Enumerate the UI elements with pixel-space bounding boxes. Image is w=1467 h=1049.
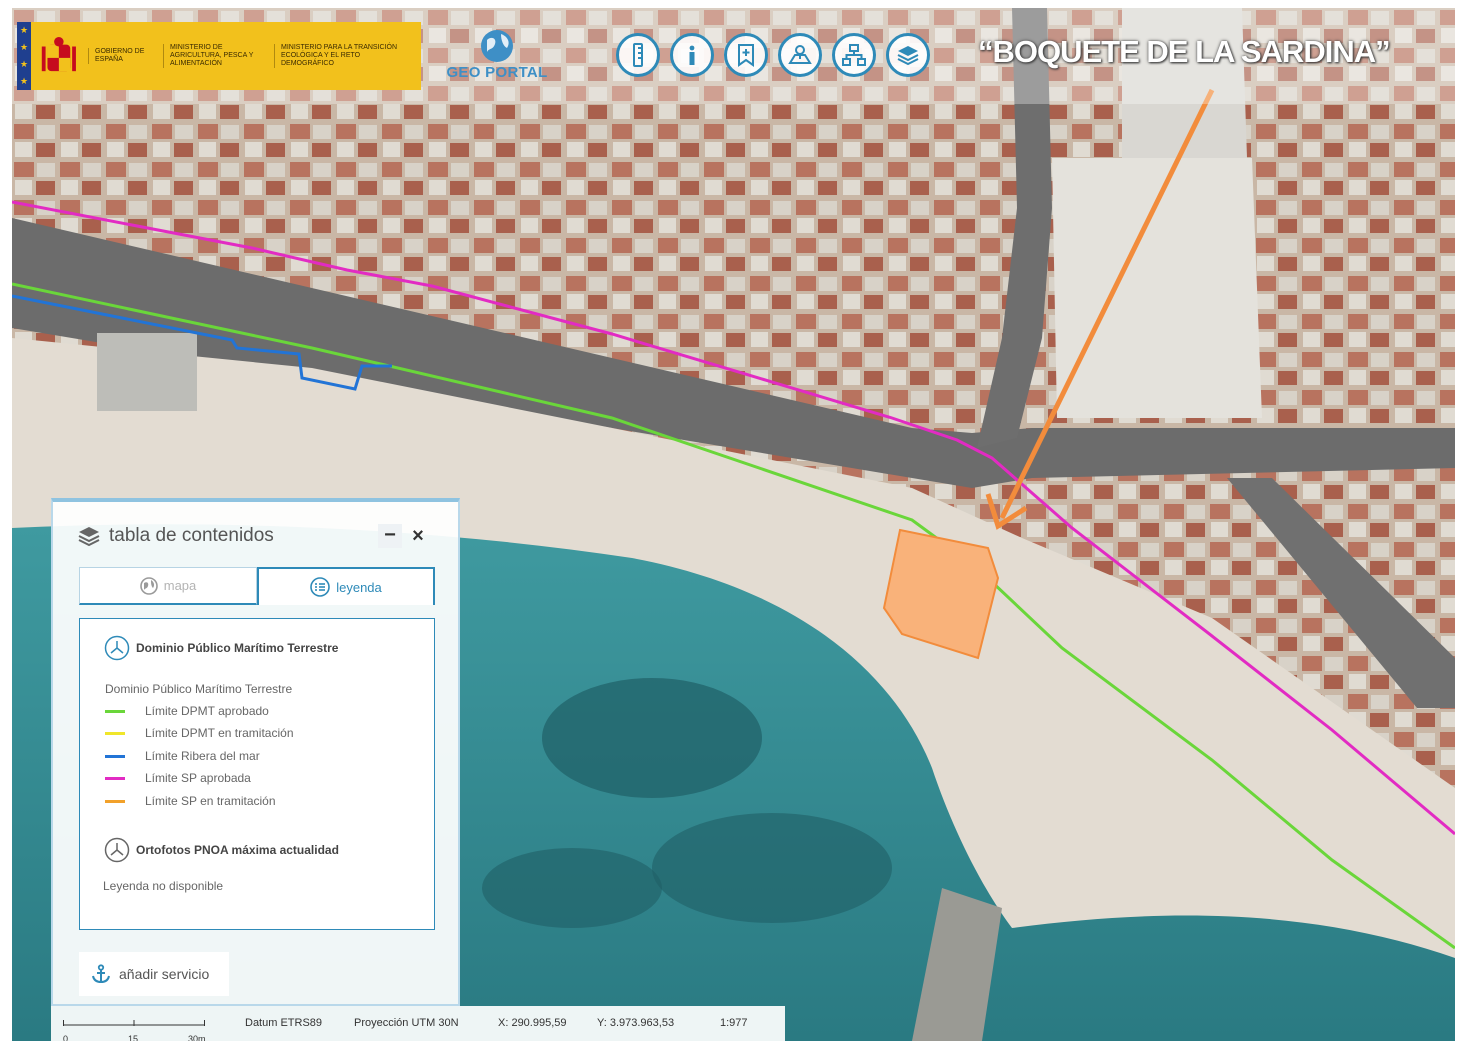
map-scale: 1:977 xyxy=(720,1017,748,1029)
y-coordinate: Y: 3.973.963,53 xyxy=(597,1017,675,1029)
scale-bar xyxy=(63,1020,205,1026)
layer-dpmt-name: Dominio Público Marítimo Terrestre xyxy=(136,641,339,655)
info-button[interactable] xyxy=(670,33,714,77)
measure-button[interactable] xyxy=(616,33,660,77)
toc-tabs: mapa leyenda xyxy=(79,567,435,607)
scale-tick-label: 30m xyxy=(188,1034,206,1041)
legend-item: Límite SP en tramitación xyxy=(105,794,276,808)
legend-label: Límite SP en tramitación xyxy=(145,794,276,808)
geo-portal-logo[interactable]: GEO PORTAL xyxy=(437,28,557,92)
reef-shade xyxy=(542,678,762,798)
layers-icon xyxy=(78,527,100,547)
layer-dpmt-header[interactable]: Dominio Público Marítimo Terrestre xyxy=(104,635,338,661)
legend-swatch xyxy=(105,776,125,780)
legend-swatch xyxy=(105,754,125,758)
map-viewport[interactable]: ★ ★ ★ ★ GOBIERNO DE ESPAÑA MINISTERIO DE AG… xyxy=(12,8,1455,1041)
add-service-button[interactable]: añadir servicio xyxy=(79,952,229,996)
tab-mapa-label: mapa xyxy=(163,578,197,593)
layer-ortofotos-name: Ortofotos PNOA máxima actualidad xyxy=(136,843,339,857)
beach-building xyxy=(97,333,197,411)
map-title: “BOQUETE DE LA SARDINA” xyxy=(978,34,1391,69)
legend-box: Dominio Público Marítimo Terrestre Domin… xyxy=(79,618,435,930)
government-logo-block[interactable]: ★ ★ ★ ★ GOBIERNO DE ESPAÑA MINISTERIO DE AG… xyxy=(17,22,421,90)
layer-ortofotos-header[interactable]: Ortofotos PNOA máxima actualidad xyxy=(104,837,339,863)
legend-swatch xyxy=(105,731,125,735)
legend-item: Límite DPMT aprobado xyxy=(105,704,269,718)
legend-swatch xyxy=(105,709,125,713)
toc-title: tabla de contenidos xyxy=(109,525,274,546)
reef-shade xyxy=(482,848,662,928)
status-bar: 0 15 30m Datum ETRS89 Proyección UTM 30N… xyxy=(51,1006,785,1041)
tab-mapa[interactable]: mapa xyxy=(79,567,257,605)
hierarchy-icon xyxy=(842,44,866,66)
hierarchy-button[interactable] xyxy=(832,33,876,77)
locate-button[interactable] xyxy=(778,33,822,77)
close-button[interactable]: × xyxy=(406,524,430,548)
x-coordinate: X: 290.995,59 xyxy=(498,1017,567,1029)
legend-label: Límite SP aprobada xyxy=(145,771,251,785)
legend-label: Límite DPMT aprobado xyxy=(145,704,269,718)
bookmark-button[interactable] xyxy=(724,33,768,77)
legend-swatch xyxy=(105,799,125,803)
tab-leyenda[interactable]: leyenda xyxy=(257,567,435,605)
minimize-button[interactable]: − xyxy=(378,524,402,548)
government-label: GOBIERNO DE ESPAÑA xyxy=(88,48,151,64)
legend-item: Límite Ribera del mar xyxy=(105,749,260,763)
ministry-ecology-label: MINISTERIO PARA LA TRANSICIÓN ECOLÓGICA … xyxy=(274,44,409,68)
layers-icon xyxy=(897,46,919,66)
toc-header: tabla de contenidos xyxy=(77,524,274,548)
legend-item: Límite SP aprobada xyxy=(105,771,251,785)
legend-label: Límite DPMT en tramitación xyxy=(145,726,294,740)
legend-label: Límite Ribera del mar xyxy=(145,749,260,763)
bookmark-add-icon xyxy=(738,44,754,67)
layer-dpmt-subtitle: Dominio Público Marítimo Terrestre xyxy=(105,682,293,696)
coat-of-arms-icon xyxy=(42,37,77,72)
layers-button[interactable] xyxy=(886,33,930,77)
service-icon xyxy=(104,837,130,863)
globe-icon xyxy=(481,30,513,62)
add-service-label: añadir servicio xyxy=(119,966,210,982)
tab-leyenda-label: leyenda xyxy=(336,579,382,595)
geo-portal-label: GEO PORTAL xyxy=(446,64,548,81)
anchor-icon xyxy=(92,964,110,984)
legend-icon xyxy=(310,577,331,597)
toolbar xyxy=(616,33,930,77)
info-icon xyxy=(689,45,695,65)
ministry-agriculture-label: MINISTERIO DE AGRICULTURA, PESCA Y ALIME… xyxy=(163,44,262,68)
layer-ortofotos-subtitle: Leyenda no disponible xyxy=(103,879,224,893)
scale-tick-label: 0 xyxy=(63,1034,69,1041)
legend-item: Límite DPMT en tramitación xyxy=(105,726,294,740)
reef-shade xyxy=(652,813,892,923)
eu-flag-icon: ★ ★ ★ ★ xyxy=(17,22,31,90)
service-icon xyxy=(104,635,130,661)
toc-panel: tabla de contenidos − × mapa leyenda Dom… xyxy=(51,498,460,1006)
ruler-icon xyxy=(633,43,643,67)
datum-label: Datum ETRS89 xyxy=(245,1017,323,1029)
map-pin-icon xyxy=(788,45,812,64)
projection-label: Proyección UTM 30N xyxy=(354,1017,459,1029)
scale-tick-label: 15 xyxy=(128,1034,139,1041)
globe-icon xyxy=(139,576,158,595)
